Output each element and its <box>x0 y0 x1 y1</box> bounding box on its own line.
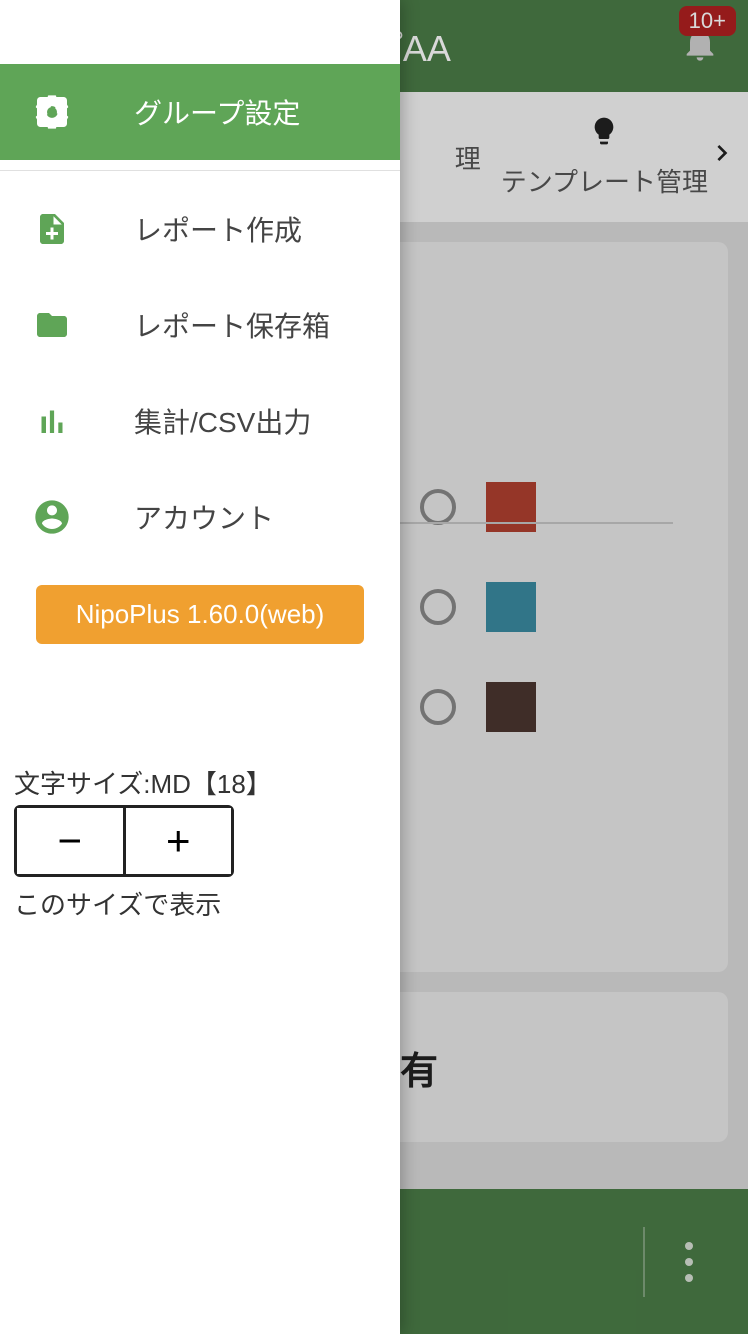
font-size-stepper: − + <box>14 805 234 877</box>
user-icon <box>30 497 74 537</box>
notifications-button[interactable]: 10+ <box>680 22 720 71</box>
folder-icon <box>30 307 74 343</box>
file-plus-icon <box>30 209 74 249</box>
side-drawer: グループ設定 レポート作成 レポート保存箱 集計/CSV出力 アカウント Nip… <box>0 0 400 1334</box>
sidebar-item-label: 集計/CSV出力 <box>134 401 311 441</box>
notifications-badge: 10+ <box>679 6 736 36</box>
divider <box>0 170 400 171</box>
tab-partial[interactable]: 理 <box>455 139 481 176</box>
tab-label: テンプレート管理 <box>501 162 708 199</box>
sidebar-item-report-box[interactable]: レポート保存箱 <box>0 277 400 373</box>
tab-template[interactable]: テンプレート管理 <box>501 115 708 199</box>
color-swatch-1 <box>486 482 536 532</box>
tab-label: 理 <box>455 139 481 176</box>
chevron-right-icon[interactable] <box>706 137 738 174</box>
font-size-decrease-button[interactable]: − <box>17 808 126 874</box>
radio-icon[interactable] <box>420 589 456 625</box>
color-row[interactable] <box>420 482 728 532</box>
font-size-increase-button[interactable]: + <box>126 808 232 874</box>
sidebar-item-label: レポート作成 <box>134 209 302 249</box>
color-row[interactable] <box>420 582 728 632</box>
color-swatch-3 <box>486 682 536 732</box>
gear-icon <box>30 92 74 132</box>
radio-icon[interactable] <box>420 489 456 525</box>
card-text-fragment: 有 <box>400 1040 438 1095</box>
sidebar-item-label: アカウント <box>134 497 274 537</box>
color-row[interactable] <box>420 682 728 732</box>
sidebar-item-csv[interactable]: 集計/CSV出力 <box>0 373 400 469</box>
sidebar-item-label: レポート保存箱 <box>134 305 330 345</box>
lightbulb-icon <box>588 115 620 154</box>
font-size-caption: このサイズで表示 <box>14 885 386 922</box>
version-badge[interactable]: NipoPlus 1.60.0(web) <box>36 585 364 644</box>
font-size-label: 文字サイズ:MD【18】 <box>14 764 386 801</box>
sidebar-item-group-settings[interactable]: グループ設定 <box>0 64 400 160</box>
sidebar-item-account[interactable]: アカウント <box>0 469 400 565</box>
bar-chart-icon <box>30 403 74 439</box>
font-size-section: 文字サイズ:MD【18】 − + このサイズで表示 <box>0 764 400 922</box>
kebab-menu-button[interactable] <box>643 1227 693 1297</box>
sidebar-item-report-create[interactable]: レポート作成 <box>0 181 400 277</box>
color-swatch-2 <box>486 582 536 632</box>
radio-icon[interactable] <box>420 689 456 725</box>
sidebar-item-label: グループ設定 <box>134 92 300 132</box>
